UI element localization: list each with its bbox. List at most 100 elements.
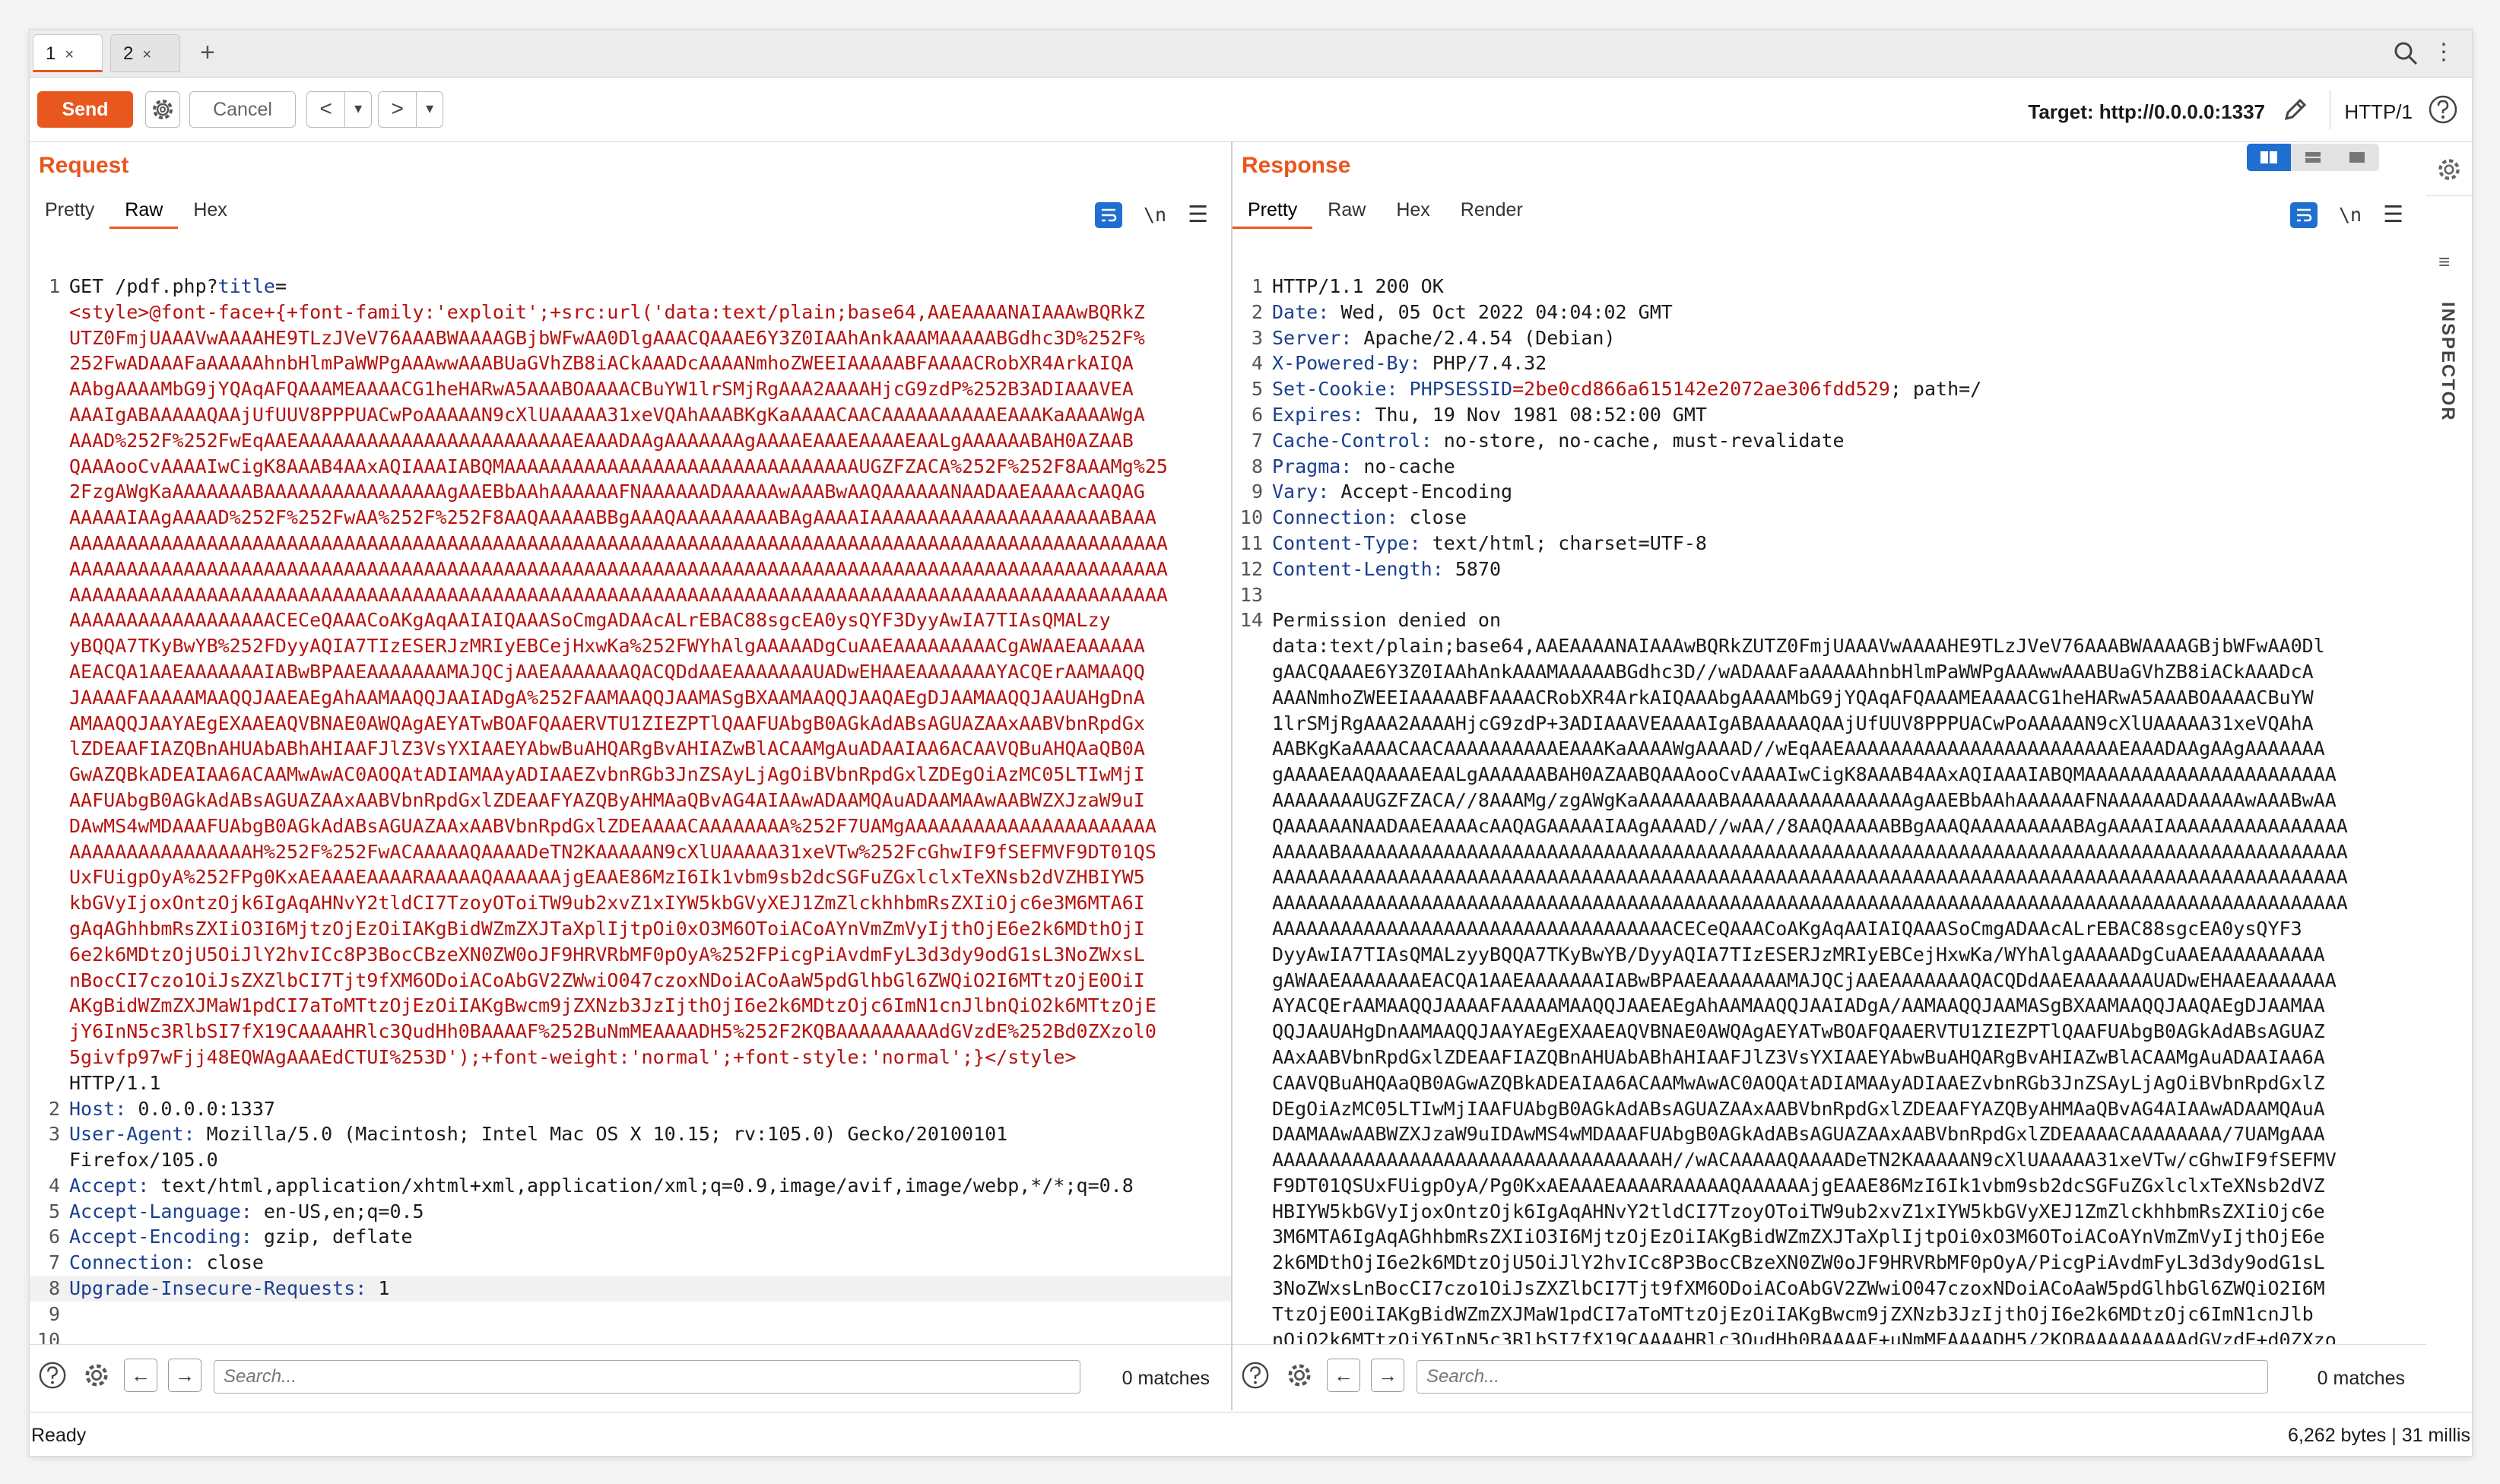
back-button[interactable]: <: [307, 92, 346, 127]
gear-icon[interactable]: [2435, 156, 2463, 187]
search-icon[interactable]: [2393, 40, 2419, 70]
header-value: 1: [366, 1277, 390, 1300]
header-text: Pragma: no-cache: [1263, 454, 1455, 480]
response-search-bar: ← → Search... 0 matches: [1233, 1344, 2426, 1410]
line-number: 6: [48, 1226, 60, 1248]
close-icon[interactable]: ×: [142, 46, 151, 63]
gear-icon[interactable]: [80, 1359, 113, 1392]
tab-2[interactable]: 2 ×: [110, 34, 180, 72]
body-line: AAAAAAAAAAAAAAAAAAAAAAAAAAAAAAAAAAAAAAAA…: [1272, 866, 2348, 889]
header-name: Upgrade-Insecure-Requests:: [69, 1277, 367, 1300]
body-line: TtzOjE0OiIAKgBidWZmZXJMaW1pdCI7aToMTtzOj…: [1272, 1302, 2314, 1325]
header-line: 4 X-Powered-By: PHP/7.4.32: [1233, 350, 2426, 376]
response-view-tabs: Pretty Raw Hex Render: [1233, 192, 1538, 230]
previous-match-button[interactable]: ←: [124, 1359, 157, 1392]
gear-icon: [153, 100, 173, 119]
payload-line: JAAAAFAAAAAMAAQQJAAEAEgAhAAMAAQQJAAIADgA…: [69, 686, 1145, 709]
header-text: Host: 0.0.0.0:1337: [60, 1096, 275, 1122]
inspector-menu-icon[interactable]: ≡: [2438, 250, 2450, 274]
search-input[interactable]: Search...: [1417, 1360, 2268, 1394]
response-editor[interactable]: 1 HTTP/1.1 200 OK 2 Date: Wed, 05 Oct 2022…: [1233, 274, 2426, 1345]
settings-button[interactable]: [145, 91, 180, 128]
layout-toggle-group: [2247, 144, 2379, 171]
tab-1[interactable]: 1 ×: [33, 34, 103, 72]
line-number: 8: [48, 1277, 60, 1300]
header-line: 6 Accept-Encoding: gzip, deflate: [30, 1224, 1231, 1250]
body-line: data:text/plain;base64,AAEAAAANAIAAAwBQR…: [1272, 635, 2325, 658]
payload-line: GwAZQBkADEAIAA6ACAAMwAwAC0AOQAtADIAMAAyA…: [69, 763, 1145, 786]
payload-line: QAAAooCvAAAAIwCigK8AAAB4AAxAQIAAAIABQMAA…: [69, 455, 1168, 477]
tab-hex[interactable]: Hex: [178, 192, 242, 229]
header-line: 7 Connection: close: [30, 1250, 1231, 1276]
next-match-button[interactable]: →: [168, 1359, 201, 1392]
word-wrap-toggle[interactable]: [1094, 201, 1122, 228]
show-newlines-toggle[interactable]: \n: [1144, 204, 1166, 226]
edit-target-button[interactable]: [2280, 94, 2311, 128]
tab-raw[interactable]: Raw: [1312, 192, 1381, 229]
payload-line: AAAAAAAAAAAAAAAAAAAAAAAAAAAAAAAAAAAAAAAA…: [69, 557, 1168, 580]
inspector-sidebar: ≡ INSPECTOR: [2426, 142, 2472, 1410]
http-version-selector[interactable]: HTTP/1: [2344, 100, 2413, 124]
tab-pretty[interactable]: Pretty: [1233, 192, 1313, 229]
payload-line: AAFUAbgB0AGkAdABsAGUAZAAxAABVbnRpdGxlZDE…: [69, 788, 1145, 811]
inspector-label[interactable]: INSPECTOR: [2437, 302, 2458, 422]
header-value: Thu, 19 Nov 1981 08:52:00 GMT: [1363, 403, 1707, 426]
next-match-button[interactable]: →: [1371, 1359, 1404, 1392]
payload-line: AAAAAAAAAAAAAAAAAACECeQAAACoAKgAqAAIAIQA…: [69, 609, 1111, 632]
payload-line: AAAD%252F%252FwEqAAEAAAAAAAAAAAAAAAAAAAA…: [69, 429, 1134, 452]
forward-navigation[interactable]: > ▾: [378, 91, 443, 128]
tab-raw[interactable]: Raw: [109, 192, 179, 229]
back-history-dropdown[interactable]: ▾: [345, 92, 371, 127]
response-title: Response: [1242, 153, 1351, 178]
previous-match-button[interactable]: ←: [1327, 1359, 1360, 1392]
response-editor-tools: \n ☰: [2289, 201, 2403, 228]
tab-pretty[interactable]: Pretty: [30, 192, 109, 229]
header-value: Accept-Encoding: [1329, 480, 1513, 503]
split-vertical-button[interactable]: [2291, 144, 2335, 171]
payload-line: jY6InN5c3RlbSI7fX19CAAAAHRlc3QudHh0BAAAA…: [69, 1020, 1156, 1043]
help-icon[interactable]: [36, 1359, 69, 1392]
close-icon[interactable]: ×: [65, 46, 74, 63]
back-navigation[interactable]: < ▾: [306, 91, 372, 128]
line-number: 2: [48, 1097, 60, 1120]
forward-history-dropdown[interactable]: ▾: [417, 92, 443, 127]
header-name: Content-Length:: [1272, 557, 1444, 580]
cancel-button[interactable]: Cancel: [189, 91, 296, 128]
more-options-icon[interactable]: ⋮: [2432, 37, 2455, 68]
line-number: 12: [1239, 557, 1263, 580]
show-newlines-toggle[interactable]: \n: [2339, 204, 2362, 226]
response-size-timing: 6,262 bytes | 31 millis: [2288, 1425, 2470, 1446]
body-line: gAACQAAAE6Y3Z0IAAhAnkAAAMAAAAABGdhc3D//w…: [1272, 660, 2314, 683]
hamburger-menu-icon[interactable]: ☰: [2383, 201, 2403, 228]
line-number: 7: [1251, 429, 1263, 452]
header-line: 9 Vary: Accept-Encoding: [1233, 479, 2426, 505]
header-name: Accept-Language:: [69, 1200, 252, 1222]
tab-hex[interactable]: Hex: [1381, 192, 1445, 229]
request-payload: <style>@font-face+{+font-family:'exploit…: [30, 300, 1231, 1070]
header-value: Wed, 05 Oct 2022 04:04:02 GMT: [1329, 300, 1673, 323]
header-name: Accept-Encoding:: [69, 1226, 252, 1248]
payload-line: lZDEAAFIAZQBnAHUAbABhAHIAAFJlZ3VsYXIAAEY…: [69, 737, 1145, 760]
payload-line: kbGVyIjoxOntzOjk6IgAqAHNvY2tldCI7TzoyOTo…: [69, 892, 1145, 915]
send-button[interactable]: Send: [37, 91, 133, 128]
single-pane-button[interactable]: [2335, 144, 2379, 171]
payload-line: nBocCI7czo1OiJsZXZlbCI7Tjt9fXM6ODoiACoAb…: [69, 969, 1145, 991]
gear-icon[interactable]: [1283, 1359, 1316, 1392]
search-input[interactable]: Search...: [214, 1360, 1080, 1394]
add-tab-button[interactable]: +: [200, 37, 215, 68]
split-horizontal-button[interactable]: [2247, 144, 2291, 171]
help-icon[interactable]: [2428, 94, 2458, 128]
header-line: 7 Cache-Control: no-store, no-cache, must…: [1233, 428, 2426, 454]
forward-button[interactable]: >: [379, 92, 417, 127]
payload-line: UTZ0FmjUAAAVwAAAAHE9TLzJVeV76AAABWAAAAGB…: [69, 326, 1145, 349]
tab-render[interactable]: Render: [1445, 192, 1538, 229]
header-text: Accept: text/html,application/xhtml+xml,…: [60, 1173, 1134, 1199]
header-text: Connection: close: [1263, 505, 1467, 531]
request-editor[interactable]: 1 GET /pdf.php?title= <style>@font-face+{…: [30, 274, 1231, 1345]
hamburger-menu-icon[interactable]: ☰: [1188, 201, 1208, 228]
word-wrap-toggle[interactable]: [2289, 201, 2318, 228]
payload-line: <style>@font-face+{+font-family:'exploit…: [69, 300, 1145, 323]
header-name: Cache-Control:: [1272, 429, 1432, 452]
header-text: Accept-Encoding: gzip, deflate: [60, 1224, 413, 1250]
help-icon[interactable]: [1239, 1359, 1272, 1392]
